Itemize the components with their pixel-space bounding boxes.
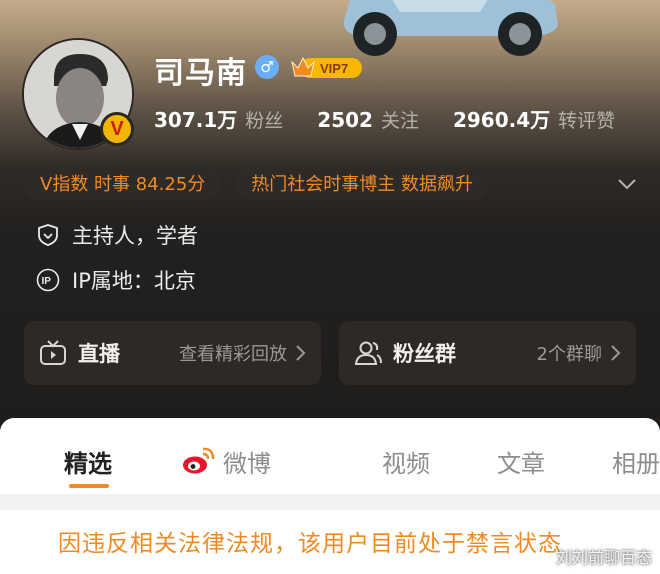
chevron-right-icon [611,345,621,361]
profile-tags: V指数 时事 84.25分 热门社会时事博主 数据飙升 [24,166,503,200]
ip-icon: IP [36,268,60,292]
tab-articles[interactable]: 文章 [497,444,545,479]
stat-following[interactable]: 2502 关注 [317,106,419,133]
ip-location-text: IP属地：北京 [72,269,196,293]
tab-albums[interactable]: 相册 [612,444,660,479]
chevron-right-icon [296,345,306,361]
live-subtitle: 查看精彩回放 [179,344,287,365]
profile-stats: 307.1万 粉丝 2502 关注 2960.4万 转评赞 [154,104,649,133]
weibo-icon [183,447,215,474]
stat-followers[interactable]: 307.1万 粉丝 [154,104,283,133]
fan-group-title: 粉丝群 [393,342,456,366]
tab-featured[interactable]: 精选 [64,444,112,479]
ip-location-row: IP IP属地：北京 [36,265,196,295]
v-index-chip[interactable]: V指数 时事 84.25分 [24,166,222,200]
tab-videos[interactable]: 视频 [382,444,430,479]
live-title: 直播 [78,342,120,366]
stat-engagements[interactable]: 2960.4万 转评赞 [453,104,615,133]
section-divider [0,494,660,510]
male-icon: ♂ [255,55,279,79]
stat-label: 关注 [380,110,419,132]
chevron-down-icon[interactable] [616,173,638,195]
fan-group-card[interactable]: 粉丝群 2个群聊 [339,321,636,385]
live-card[interactable]: 直播 查看精彩回放 [24,321,321,385]
hot-blogger-chip[interactable]: 热门社会时事博主 数据飙升 [235,166,490,200]
verified-badge-icon: V [100,112,134,146]
vip-label: VIP7 [320,61,348,76]
occupation-row: 主持人，学者 [36,220,198,250]
vip-badge-icon[interactable]: VIP7 [290,54,364,80]
tab-weibo[interactable]: 微博 [223,444,271,479]
profile-tabs: 精选 微博 视频 文章 相册 [0,420,660,496]
fan-group-subtitle: 2个群聊 [536,344,602,365]
stat-number: 307.1万 [154,108,238,132]
car-illustration [343,0,558,56]
group-icon [354,341,382,365]
occupation-text: 主持人，学者 [72,224,198,248]
tv-icon [40,340,66,365]
stat-label: 转评赞 [558,110,616,132]
watermark: 刘刘前聊百态 [555,548,652,567]
stat-label: 粉丝 [245,110,284,132]
svg-text:IP: IP [42,276,52,287]
shield-icon [38,224,58,246]
stat-number: 2960.4万 [452,108,551,132]
stat-number: 2502 [317,108,373,132]
profile-name: 司马南 [154,56,247,91]
active-tab-indicator [69,484,109,488]
